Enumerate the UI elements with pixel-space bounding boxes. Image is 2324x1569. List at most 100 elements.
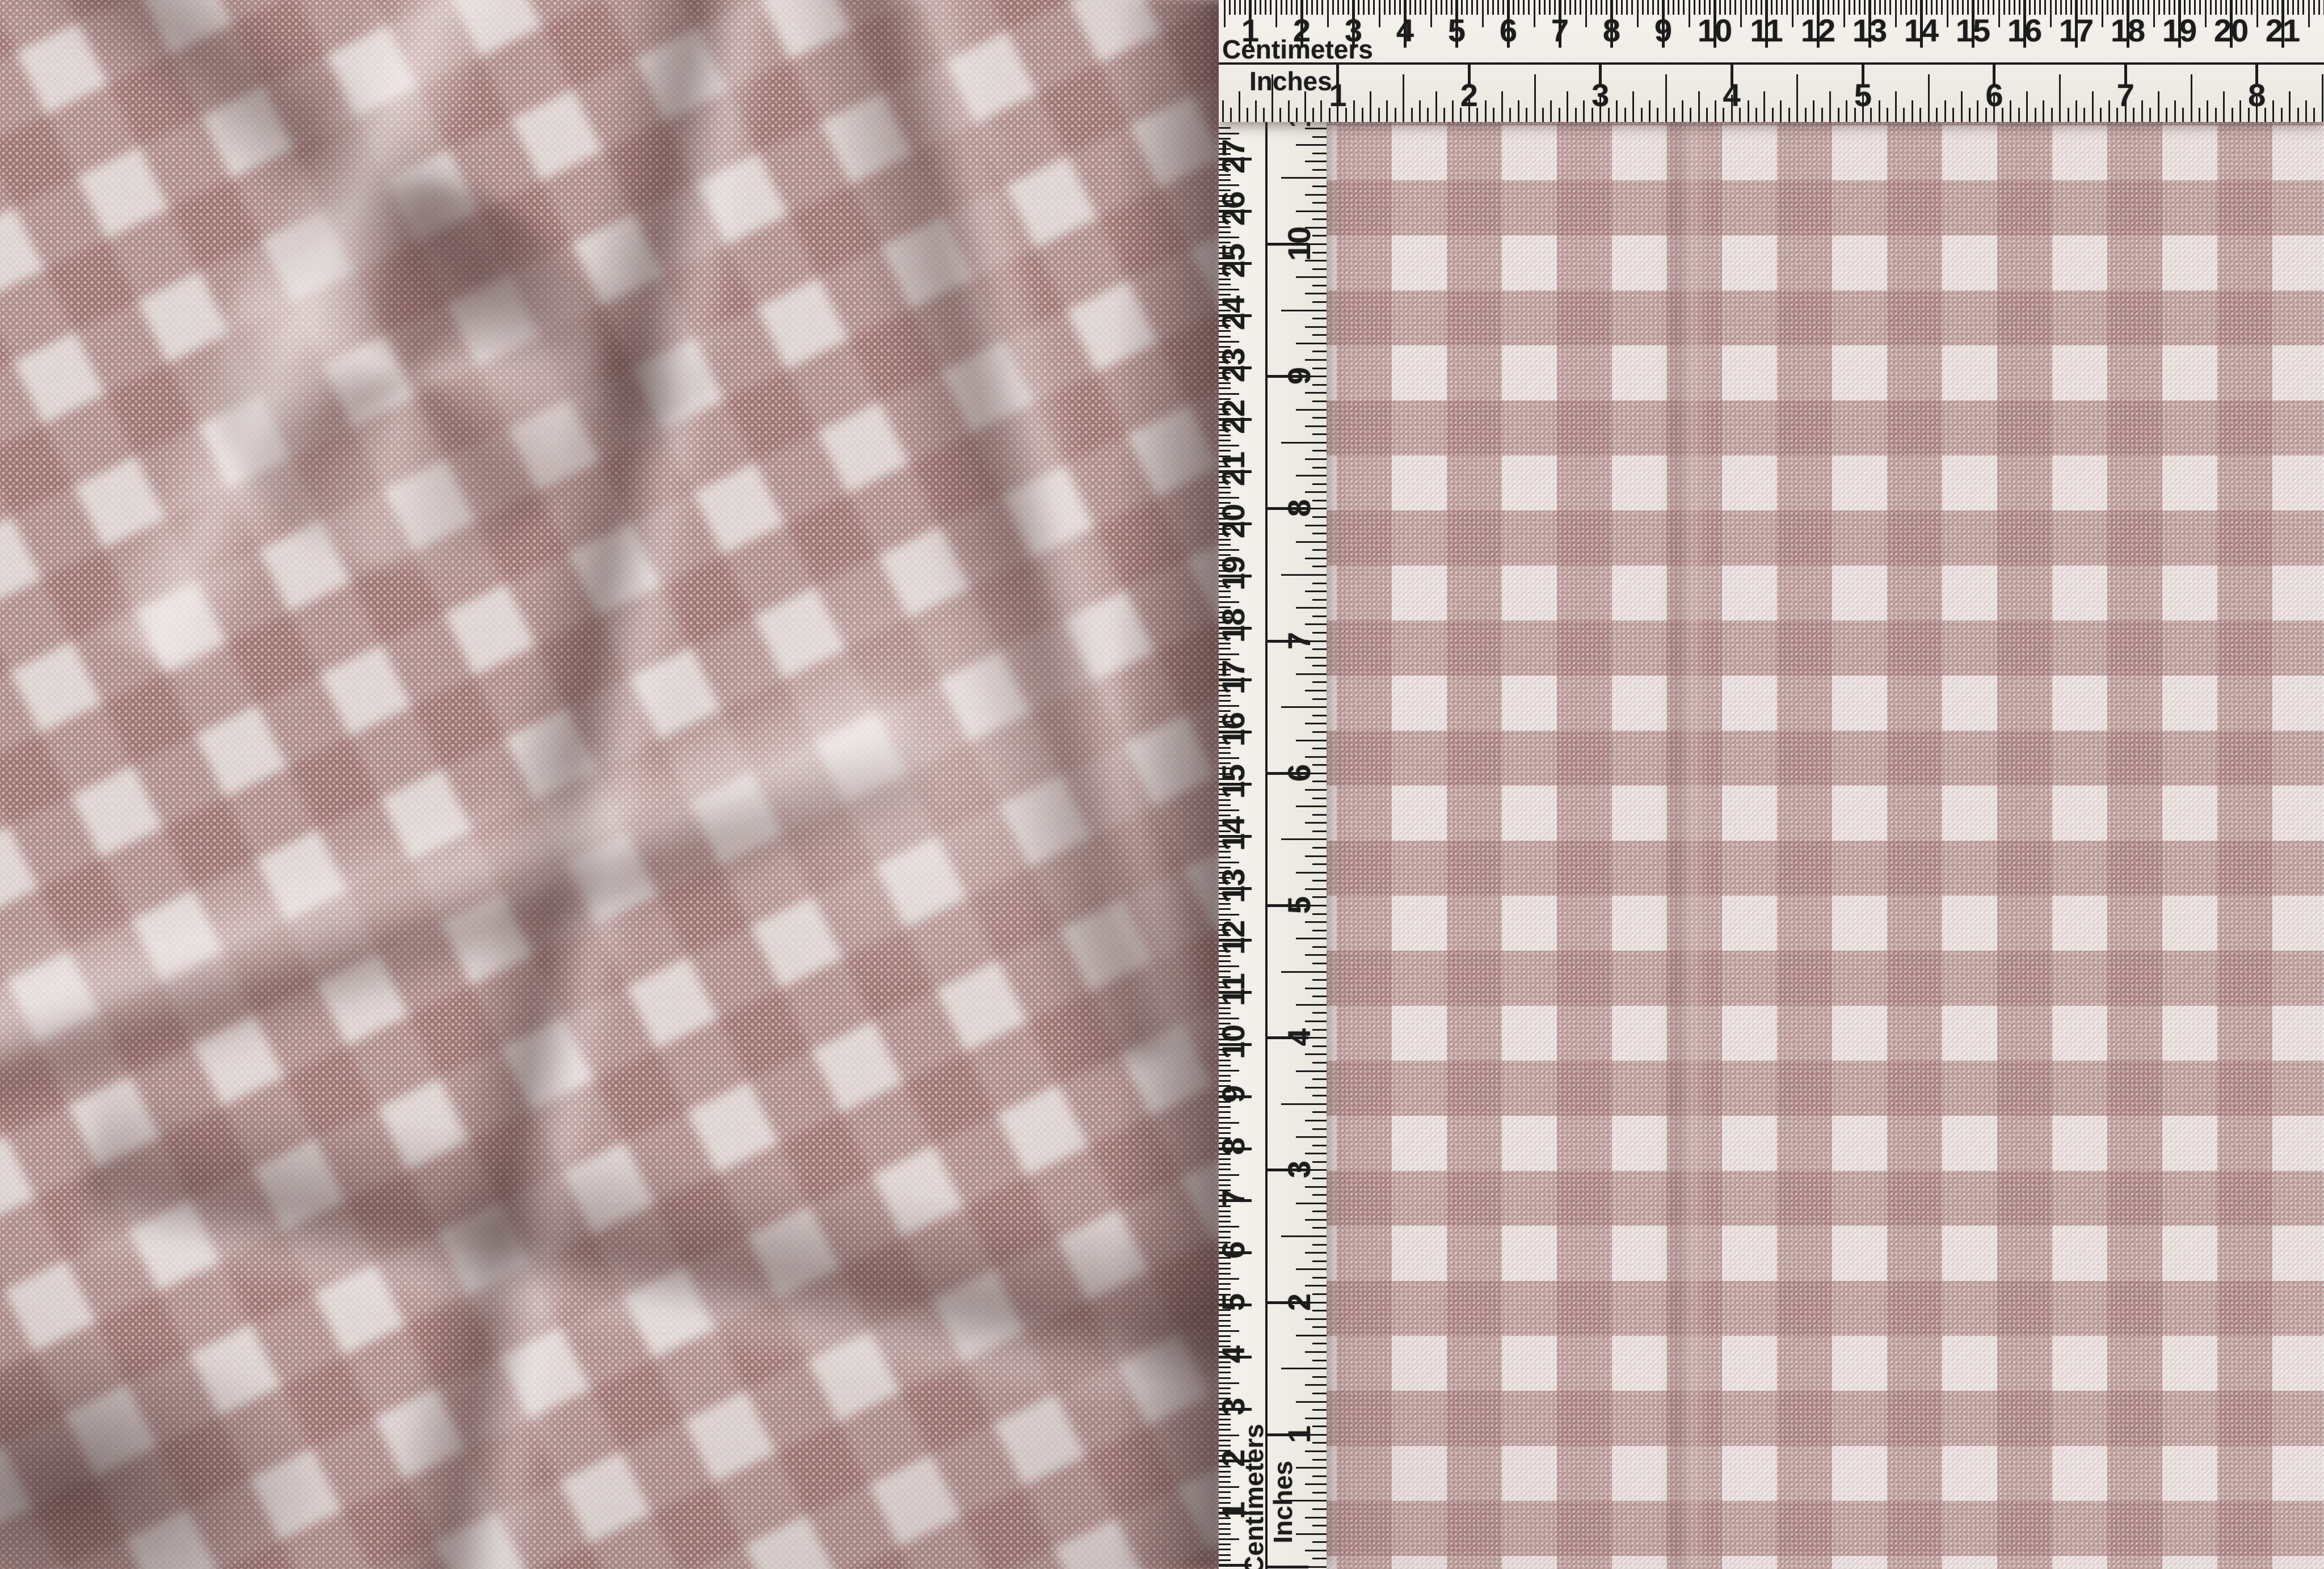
mm-tick [1219,1158,1231,1160]
mm-tick [1219,179,1231,181]
eighth-inch-tick [1386,100,1388,122]
half-cm-tick [1219,862,1239,863]
eighth-inch-tick [2108,100,2110,122]
half-cm-tick [1219,601,1239,603]
cm-number: 1 [1219,1502,1249,1519]
quarter-inch-tick [1239,91,1240,122]
sixteenth-inch-tick [1312,1260,1327,1262]
mm-tick [1219,1211,1231,1212]
sixteenth-inch-tick [1312,880,1327,881]
sixteenth-inch-tick [1230,108,1232,122]
mm-tick [2262,0,2263,15]
sixteenth-inch-tick [1312,946,1327,948]
sixteenth-inch-tick [2083,108,2085,122]
half-cm-tick [2102,0,2103,27]
half-inch-tick [1928,74,1930,122]
mm-tick [1900,0,1902,15]
cm-number: 8 [1603,15,1620,47]
half-cm-tick [1219,1070,1239,1072]
sixteenth-inch-tick [2100,108,2102,122]
sixteenth-inch-tick [1805,108,1807,122]
half-cm-tick [1219,1538,1239,1540]
mm-tick [2302,0,2304,15]
half-inch-tick [2322,74,2323,122]
mm-tick [1219,1481,1231,1483]
mm-tick [1219,1476,1231,1478]
eighth-inch-tick [1616,100,1618,122]
quarter-inch-tick [1435,91,1437,122]
eighth-inch-tick [1748,100,1749,122]
mm-tick [1219,596,1231,598]
sixteenth-inch-tick [1312,1360,1327,1361]
eighth-inch-tick [1305,194,1327,196]
sixteenth-inch-tick [2166,108,2167,122]
mm-tick [1384,0,1386,15]
sixteenth-inch-tick [1312,1409,1327,1411]
eighth-inch-tick [1682,100,1683,122]
sixteenth-inch-tick [1427,108,1429,122]
quarter-inch-tick [1296,475,1327,476]
half-cm-tick [1219,393,1239,395]
half-inch-tick [1281,574,1327,576]
mm-tick [1414,0,1416,15]
sixteenth-inch-tick [1312,1508,1327,1510]
mm-tick [1219,226,1231,228]
inch-tick [1299,1566,1327,1568]
mm-tick [1219,1325,1231,1327]
cm-number: 18 [2111,15,2145,47]
mm-tick [1544,0,1546,15]
mm-tick [1219,747,1231,749]
mm-tick [1849,0,1850,15]
quarter-inch-tick [1296,1268,1327,1270]
mm-tick [2107,0,2108,15]
sixteenth-inch-tick [1312,963,1327,964]
sixteenth-inch-tick [1312,930,1327,931]
inch-number: 4 [1283,1029,1315,1046]
mm-tick [1337,0,1339,15]
mm-tick [1219,1314,1231,1316]
mm-tick [1219,1060,1231,1061]
mm-tick [1219,695,1231,697]
mm-tick [1219,502,1231,504]
sixteenth-inch-tick [2149,108,2151,122]
mm-tick [1219,1268,1231,1269]
mm-tick [1642,0,1644,15]
mm-tick [1601,0,1602,15]
mm-tick [1342,0,1344,15]
sixteenth-inch-tick [1443,108,1445,122]
mm-tick [1219,857,1231,858]
sixteenth-inch-tick [1312,1492,1327,1494]
half-cm-tick [1689,0,1690,27]
mm-tick [1219,700,1231,702]
sixteenth-inch-tick [1312,400,1327,402]
mm-tick [1286,0,1287,15]
mm-tick [1683,0,1685,15]
eighth-inch-tick [1305,326,1327,328]
eighth-inch-tick [2305,100,2307,122]
cm-number: 25 [1219,244,1249,278]
sixteenth-inch-tick [1788,108,1790,122]
quarter-inch-tick [1296,409,1327,411]
sixteenth-inch-tick [1395,108,1396,122]
mm-tick [2148,0,2149,15]
sixteenth-inch-tick [1312,814,1327,816]
sixteenth-inch-tick [1312,1128,1327,1130]
vertical-ruler: Centimeters Inches 123456789101112131415… [1219,122,1327,1569]
sixteenth-inch-tick [1263,108,1265,122]
half-cm-tick [1219,705,1239,707]
quarter-inch-tick [1296,607,1327,609]
eighth-inch-tick [1649,100,1651,122]
inch-number: 7 [2117,79,2134,111]
mm-tick [1219,960,1231,962]
cm-number: 12 [1801,15,1835,47]
mm-tick [1993,0,1994,15]
mm-tick [1219,231,1231,233]
half-cm-tick [1219,549,1239,551]
eighth-inch-tick [1305,1087,1327,1089]
mm-tick [1786,0,1788,15]
sixteenth-inch-tick [1312,268,1327,270]
mm-tick [1219,1216,1231,1217]
mm-tick [1626,0,1628,15]
mm-tick [1219,1106,1231,1108]
half-cm-tick [1219,1226,1239,1228]
